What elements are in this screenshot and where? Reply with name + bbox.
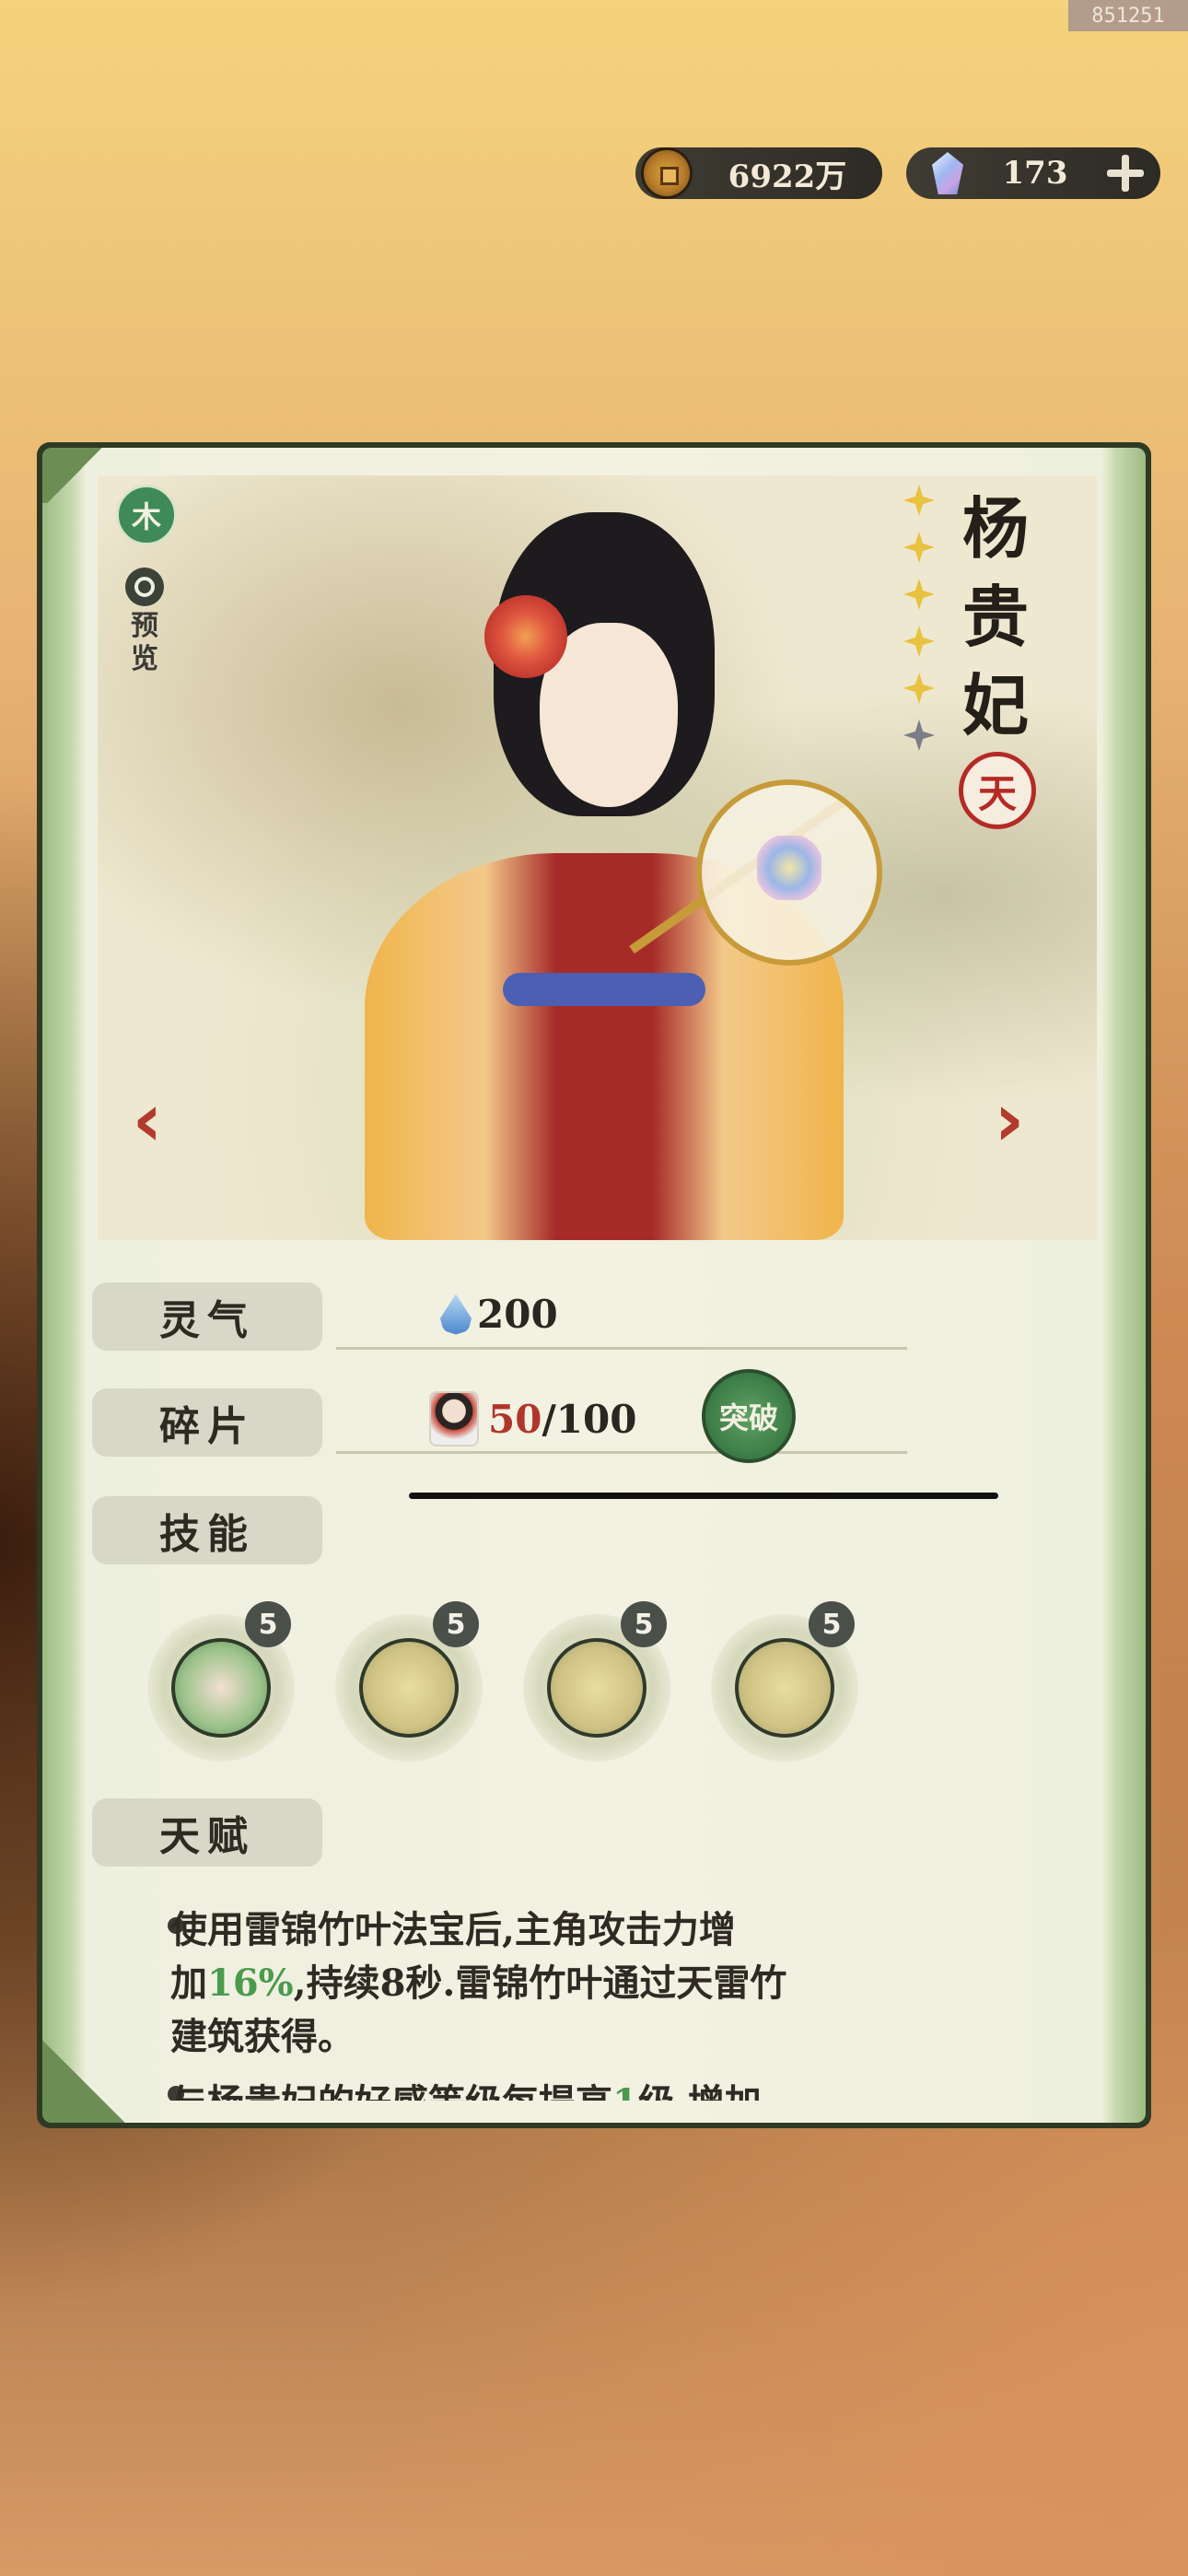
prev-hero-arrow-icon[interactable]: ‹ bbox=[129, 1083, 166, 1157]
talent-line-3: 建筑获得。 bbox=[170, 2015, 355, 2058]
scroll-fold-bottom-left bbox=[42, 2040, 125, 2123]
hero-artwork bbox=[98, 475, 1097, 1240]
coins-amount: 6922万 bbox=[728, 158, 847, 195]
watermark-id: 851251 bbox=[1068, 0, 1188, 31]
hero-name-char-3: 妃 bbox=[961, 666, 1029, 744]
hero-portrait-icon bbox=[171, 1638, 271, 1738]
gems-currency-bar[interactable]: 173 bbox=[906, 147, 1160, 199]
spirit-label: 灵气 bbox=[92, 1282, 322, 1351]
shard-value-row: 50 /100 bbox=[429, 1391, 636, 1446]
star-empty-icon bbox=[903, 720, 935, 751]
talent-description-2-clip: 与杨贵妃的好感等级每提高1级,增加 bbox=[157, 2073, 939, 2101]
skills-label: 技能 bbox=[92, 1496, 322, 1564]
skill-slot-2[interactable]: 5 bbox=[335, 1601, 483, 1762]
skill-level-badge: 5 bbox=[245, 1601, 291, 1647]
magnifier-icon bbox=[125, 568, 164, 606]
skill-slot-1[interactable]: 5 bbox=[147, 1601, 295, 1762]
talent-line-4: 与杨贵妃的好感等级每提高1级,增加 bbox=[170, 2077, 935, 2101]
talent-percent: 16% bbox=[207, 1961, 294, 2005]
spirit-value: 200 bbox=[477, 1292, 558, 1337]
skill-level-badge: 5 bbox=[809, 1601, 855, 1647]
next-hero-arrow-icon[interactable]: › bbox=[991, 1083, 1028, 1157]
bamboo-field-icon bbox=[359, 1638, 459, 1738]
talent-line-1: 使用雷锦竹叶法宝后,主角攻击力增 bbox=[170, 1908, 736, 1951]
hero-name-char-1: 杨 bbox=[961, 489, 1029, 568]
watering-field-icon bbox=[735, 1638, 834, 1738]
coins-currency-bar[interactable]: 6922万 bbox=[635, 147, 882, 199]
star-filled-icon bbox=[903, 673, 935, 704]
talent-line-2: 加16%,持续8秒.雷锦竹叶通过天雷竹 bbox=[170, 1961, 787, 2005]
talent-description-1: 使用雷锦竹叶法宝后,主角攻击力增 加16%,持续8秒.雷锦竹叶通过天雷竹 建筑获… bbox=[170, 1903, 907, 2064]
talent-label: 天赋 bbox=[92, 1798, 322, 1867]
element-wood-badge: 木 bbox=[116, 485, 177, 545]
skill-slot-4[interactable]: 5 bbox=[711, 1601, 858, 1762]
shard-current: 50 bbox=[488, 1396, 542, 1442]
shard-total: /100 bbox=[542, 1396, 637, 1442]
hero-shard-icon bbox=[429, 1391, 479, 1446]
preview-label: 预览 bbox=[131, 610, 158, 675]
hero-figure-illustration bbox=[346, 512, 882, 1240]
fan-flower-pattern bbox=[757, 836, 821, 900]
star-rating bbox=[899, 485, 939, 767]
shard-underline bbox=[336, 1451, 907, 1454]
breakthrough-button[interactable]: 突破 bbox=[702, 1369, 796, 1463]
spirit-value-row: 200 bbox=[440, 1292, 558, 1337]
plus-icon[interactable] bbox=[1107, 155, 1144, 192]
coin-icon bbox=[641, 147, 693, 199]
rank-seal-badge: 天 bbox=[959, 752, 1036, 829]
spirit-underline bbox=[336, 1347, 907, 1350]
skill-level-badge: 5 bbox=[621, 1601, 667, 1647]
spirit-drop-icon bbox=[440, 1294, 472, 1335]
preview-button[interactable]: 预览 bbox=[123, 568, 166, 676]
shard-label: 碎片 bbox=[92, 1388, 322, 1457]
hero-name: 杨 贵 妃 bbox=[954, 485, 1037, 750]
star-filled-icon bbox=[903, 532, 935, 563]
skill-slot-3[interactable]: 5 bbox=[523, 1601, 670, 1762]
crystal-gem-icon bbox=[932, 152, 963, 194]
star-filled-icon bbox=[903, 485, 935, 516]
round-fan-icon bbox=[696, 779, 882, 966]
gems-amount: 173 bbox=[1002, 155, 1068, 192]
star-filled-icon bbox=[903, 626, 935, 657]
skill-level-badge: 5 bbox=[433, 1601, 479, 1647]
hair-flower-icon bbox=[484, 595, 567, 678]
star-filled-icon bbox=[903, 579, 935, 610]
ink-stroke-divider bbox=[409, 1493, 998, 1499]
hero-name-char-2: 贵 bbox=[961, 578, 1029, 656]
sash-shape bbox=[503, 973, 705, 1006]
sickle-field-icon bbox=[547, 1638, 646, 1738]
